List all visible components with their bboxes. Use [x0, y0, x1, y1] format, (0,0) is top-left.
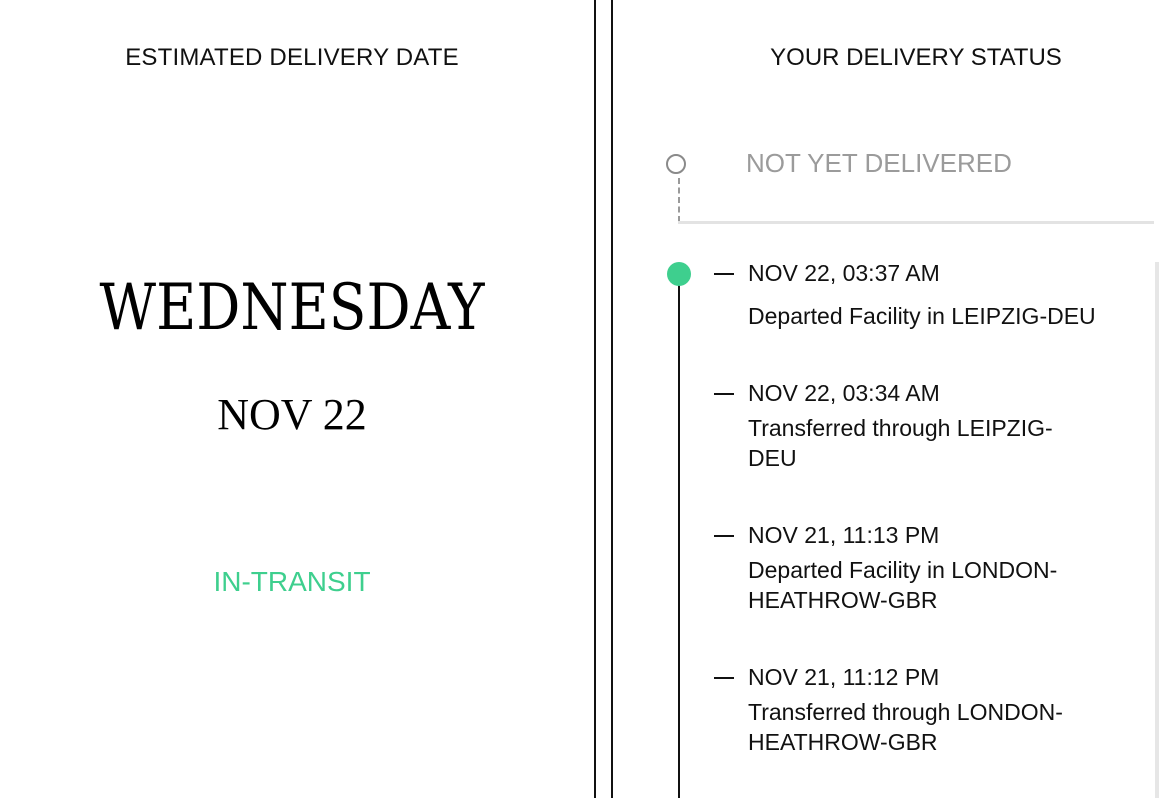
delivery-weekday: WEDNESDAY	[99, 271, 485, 345]
event-description: Transferred through LEIPZIG-DEU	[748, 415, 1053, 471]
event-dash	[714, 393, 734, 395]
delivery-date: NOV 22	[217, 390, 367, 439]
delivery-status-panel: YOUR DELIVERY STATUS NOT YET DELIVERED N…	[614, 0, 1162, 798]
event-dash	[714, 535, 734, 537]
pending-separator	[678, 221, 1154, 224]
pending-connector	[678, 178, 680, 222]
not-delivered-label: NOT YET DELIVERED	[746, 148, 1012, 178]
panel-divider-right	[611, 0, 613, 798]
event-description: Transferred through LONDON-HEATHROW-GBR	[748, 699, 1063, 755]
empty-circle-icon	[666, 154, 686, 174]
event-description: Departed Facility in LONDON-HEATHROW-GBR	[748, 557, 1058, 613]
event-time: NOV 22, 03:34 AM	[748, 380, 940, 406]
event-dash	[714, 273, 734, 275]
panel-divider-left	[594, 0, 596, 798]
delivery-status-heading: YOUR DELIVERY STATUS	[770, 44, 1062, 71]
event-time: NOV 22, 03:37 AM	[748, 260, 940, 286]
event-time: NOV 21, 11:13 PM	[748, 522, 940, 548]
event-time: NOV 21, 11:12 PM	[748, 664, 940, 690]
delivery-status-badge: IN-TRANSIT	[213, 566, 371, 597]
scroll-track[interactable]	[1155, 262, 1159, 798]
green-dot-icon	[667, 262, 691, 286]
estimated-delivery-panel: ESTIMATED DELIVERY DATE WEDNESDAY NOV 22…	[0, 0, 584, 798]
event-dash	[714, 677, 734, 679]
event-description: Departed Facility in LEIPZIG-DEU	[748, 303, 1096, 329]
timeline-line	[678, 284, 680, 798]
